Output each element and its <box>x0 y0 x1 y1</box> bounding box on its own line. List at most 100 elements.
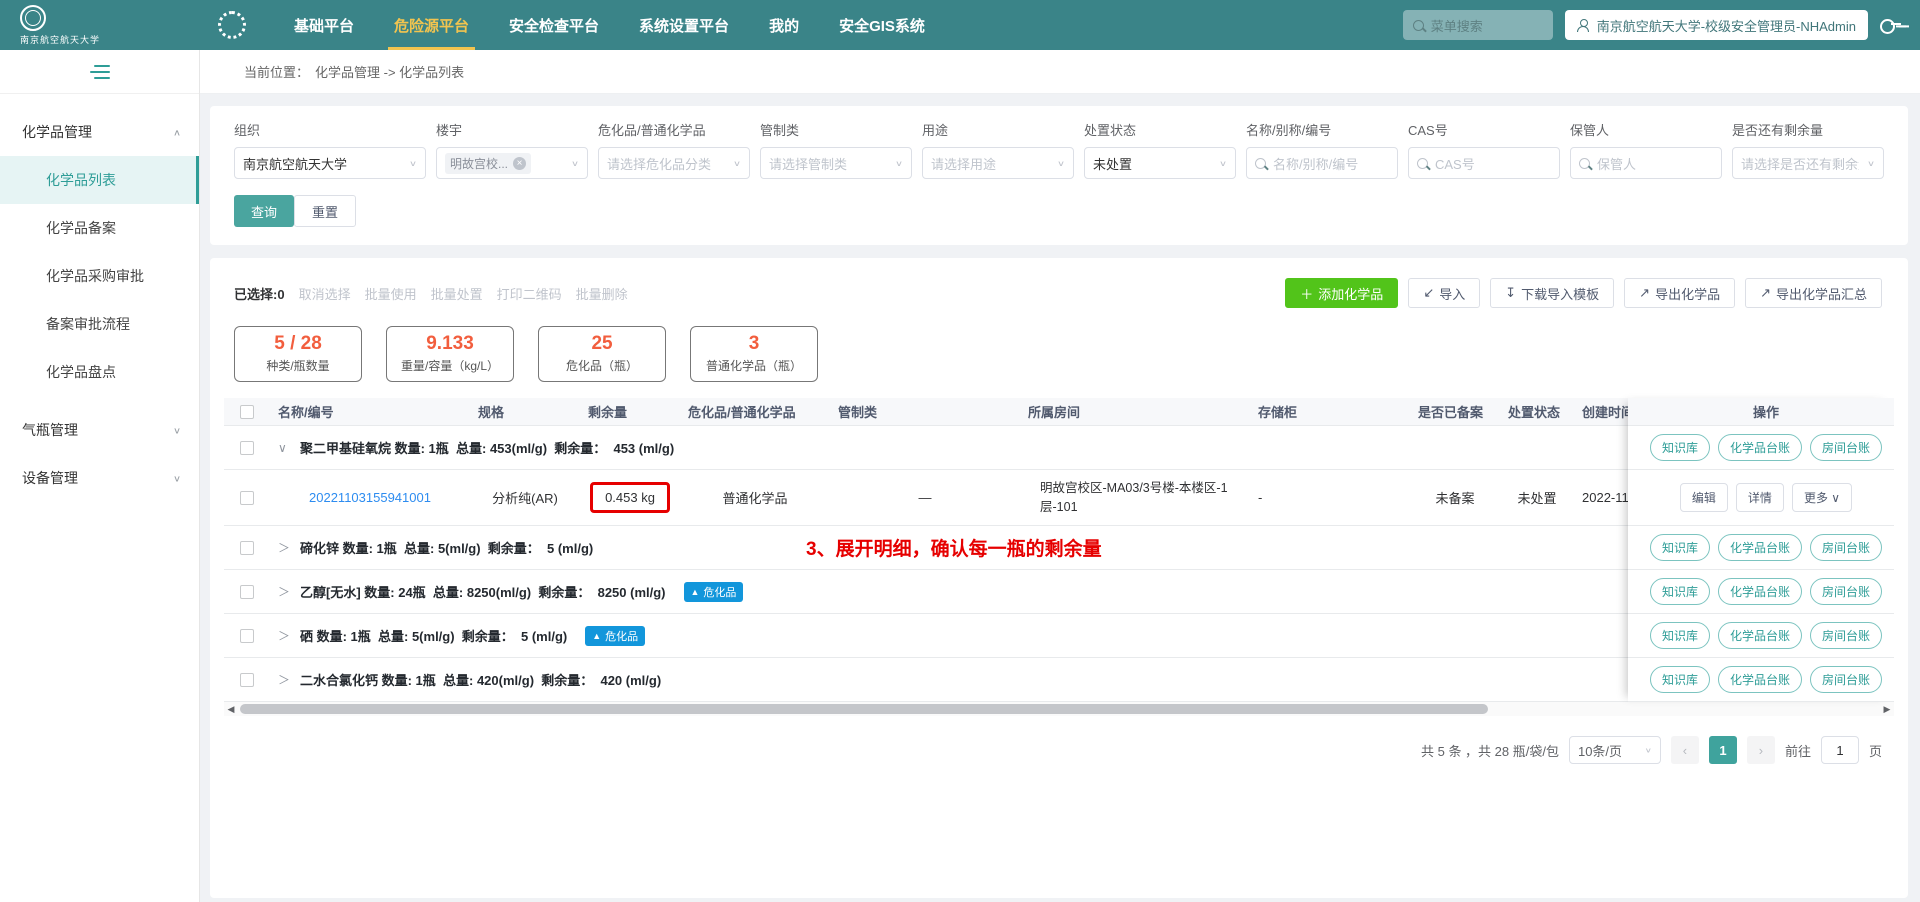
cas-input[interactable]: CAS号 <box>1408 147 1560 179</box>
expand-row-icon[interactable]: ＞ <box>278 671 292 688</box>
has-remaining-select[interactable]: 请选择是否还有剩余量 ∨ <box>1732 147 1884 179</box>
row-operations: 知识库 化学品台账 房间台账 <box>1628 570 1894 614</box>
sidebar-group-equipment[interactable]: 设备管理 ∨ <box>0 454 199 502</box>
row-checkbox[interactable] <box>240 491 254 505</box>
chemical-ledger-button[interactable]: 化学品台账 <box>1718 434 1802 461</box>
room-ledger-button[interactable]: 房间台账 <box>1810 578 1882 605</box>
search-icon <box>1417 158 1428 169</box>
tab-base-platform[interactable]: 基础平台 <box>274 0 374 50</box>
export-icon: ↗ <box>1639 285 1650 301</box>
room-ledger-button[interactable]: 房间台账 <box>1810 666 1882 693</box>
detail-cabinet: - <box>1250 490 1410 505</box>
import-button[interactable]: ↙ 导入 <box>1408 278 1480 308</box>
key-icon[interactable] <box>1880 19 1902 31</box>
detail-registered: 未备案 <box>1410 488 1500 507</box>
cancel-selection-link[interactable]: 取消选择 <box>299 284 351 303</box>
sidebar-group-label: 设备管理 <box>22 468 78 488</box>
query-button[interactable]: 查询 <box>234 195 294 227</box>
usage-select[interactable]: 请选择用途 ∨ <box>922 147 1074 179</box>
page-size-select[interactable]: 10条/页 ∨ <box>1569 736 1661 764</box>
batch-delete-link[interactable]: 批量删除 <box>576 284 628 303</box>
scroll-right-icon[interactable]: ▶ <box>1880 702 1894 716</box>
control-class-select[interactable]: 请选择管制类 ∨ <box>760 147 912 179</box>
room-ledger-button[interactable]: 房间台账 <box>1810 434 1882 461</box>
stat-hazardous: 25 危化品（瓶） <box>538 326 666 382</box>
collapse-menu-icon[interactable] <box>90 65 110 79</box>
download-template-button[interactable]: ↧ 下载导入模板 <box>1490 278 1614 308</box>
sidebar-item-chemical-list[interactable]: 化学品列表 <box>0 156 199 204</box>
row-checkbox[interactable] <box>240 629 254 643</box>
row-checkbox[interactable] <box>240 541 254 555</box>
name-code-input[interactable]: 名称/别称/编号 <box>1246 147 1398 179</box>
expand-row-icon[interactable]: ＞ <box>278 539 292 556</box>
scroll-left-icon[interactable]: ◀ <box>224 702 238 716</box>
building-select[interactable]: 明故宫校... × ∨ <box>436 147 588 179</box>
row-checkbox[interactable] <box>240 585 254 599</box>
goto-page-input[interactable] <box>1821 736 1859 764</box>
filter-building: 楼宇 明故宫校... × ∨ <box>436 120 588 179</box>
expand-row-icon[interactable]: ＞ <box>278 583 292 600</box>
table-row: ∨ 聚二甲基硅氧烷 数量: 1瓶 总量: 453(ml/g) 剩余量： 453 … <box>224 426 1750 470</box>
stat-weight-volume: 9.133 重量/容量（kg/L） <box>386 326 514 382</box>
sidebar-group-gas-cylinder[interactable]: 气瓶管理 ∨ <box>0 406 199 454</box>
plus-icon: ＋ <box>1300 284 1313 303</box>
select-all-checkbox[interactable] <box>240 405 254 419</box>
total-count: 共 5 条 ，共 28 瓶/袋/包 <box>1421 741 1559 760</box>
next-page-button[interactable]: › <box>1747 736 1775 764</box>
chemical-ledger-button[interactable]: 化学品台账 <box>1718 534 1802 561</box>
current-page[interactable]: 1 <box>1709 736 1737 764</box>
knowledge-base-button[interactable]: 知识库 <box>1650 578 1710 605</box>
row-checkbox[interactable] <box>240 673 254 687</box>
app-logo-icon <box>218 11 246 39</box>
knowledge-base-button[interactable]: 知识库 <box>1650 534 1710 561</box>
chemical-ledger-button[interactable]: 化学品台账 <box>1718 622 1802 649</box>
selected-value: 南京航空航天大学 <box>243 154 347 173</box>
tab-system-settings[interactable]: 系统设置平台 <box>619 0 749 50</box>
tab-hazard-platform[interactable]: 危险源平台 <box>374 0 489 50</box>
detail-button[interactable]: 详情 <box>1736 483 1784 512</box>
scrollbar-track[interactable] <box>238 702 1880 716</box>
scrollbar-thumb[interactable] <box>240 704 1488 714</box>
room-ledger-button[interactable]: 房间台账 <box>1810 622 1882 649</box>
tab-gis-system[interactable]: 安全GIS系统 <box>819 0 945 50</box>
detail-control: — <box>830 490 1020 505</box>
expand-row-icon[interactable]: ＞ <box>278 627 292 644</box>
chemical-code-link[interactable]: 20221103155941001 <box>309 490 431 505</box>
prev-page-button[interactable]: ‹ <box>1671 736 1699 764</box>
menu-search-input[interactable]: 菜单搜索 <box>1403 10 1553 40</box>
room-ledger-button[interactable]: 房间台账 <box>1810 534 1882 561</box>
batch-use-link[interactable]: 批量使用 <box>365 284 417 303</box>
more-button[interactable]: 更多 ∨ <box>1792 483 1852 512</box>
chevron-down-icon: ∨ <box>1863 158 1875 167</box>
collapse-row-icon[interactable]: ∨ <box>278 441 292 455</box>
hazard-type-select[interactable]: 请选择危化品分类 ∨ <box>598 147 750 179</box>
knowledge-base-button[interactable]: 知识库 <box>1650 622 1710 649</box>
organization-select[interactable]: 南京航空航天大学 ∨ <box>234 147 426 179</box>
sidebar-group-chemical-mgmt[interactable]: 化学品管理 ∧ <box>0 108 199 156</box>
add-chemical-button[interactable]: ＋ 添加化学品 <box>1285 278 1398 308</box>
sidebar-item-purchase-approval[interactable]: 化学品采购审批 <box>0 252 199 300</box>
tab-mine[interactable]: 我的 <box>749 0 819 50</box>
tab-safety-inspection[interactable]: 安全检查平台 <box>489 0 619 50</box>
navbar-right: 菜单搜索 南京航空航天大学-校级安全管理员-NHAdmin <box>1403 10 1920 40</box>
knowledge-base-button[interactable]: 知识库 <box>1650 434 1710 461</box>
edit-button[interactable]: 编辑 <box>1680 483 1728 512</box>
keeper-input[interactable]: 保管人 <box>1570 147 1722 179</box>
sidebar-item-record-approval-flow[interactable]: 备案审批流程 <box>0 300 199 348</box>
export-chemicals-button[interactable]: ↗ 导出化学品 <box>1624 278 1735 308</box>
row-checkbox[interactable] <box>240 441 254 455</box>
disposal-status-select[interactable]: 未处置 ∨ <box>1084 147 1236 179</box>
hazard-badge: ▲ 危化品 <box>585 626 645 646</box>
reset-button[interactable]: 重置 <box>294 195 356 227</box>
table-row: ＞ 乙醇[无水] 数量: 24瓶 总量: 8250(ml/g) 剩余量： 825… <box>224 570 1750 614</box>
chemical-ledger-button[interactable]: 化学品台账 <box>1718 666 1802 693</box>
batch-dispose-link[interactable]: 批量处置 <box>431 284 483 303</box>
knowledge-base-button[interactable]: 知识库 <box>1650 666 1710 693</box>
chemical-ledger-button[interactable]: 化学品台账 <box>1718 578 1802 605</box>
tag-close-icon[interactable]: × <box>513 157 526 170</box>
sidebar-item-chemical-inventory[interactable]: 化学品盘点 <box>0 348 199 396</box>
user-menu[interactable]: 南京航空航天大学-校级安全管理员-NHAdmin <box>1565 10 1868 40</box>
sidebar-item-chemical-record[interactable]: 化学品备案 <box>0 204 199 252</box>
print-qrcode-link[interactable]: 打印二维码 <box>497 284 562 303</box>
export-summary-button[interactable]: ↗ 导出化学品汇总 <box>1745 278 1882 308</box>
